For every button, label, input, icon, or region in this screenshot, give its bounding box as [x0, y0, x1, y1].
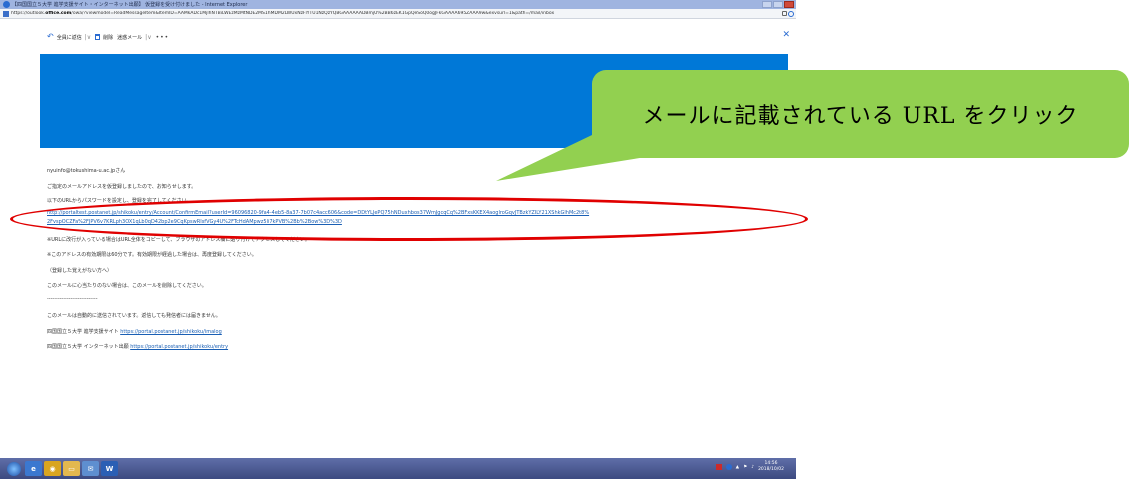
callout-text: メールに記載されている URL をクリック — [642, 104, 1079, 129]
instruction-callout: メールに記載されている URL をクリック — [592, 70, 1129, 158]
